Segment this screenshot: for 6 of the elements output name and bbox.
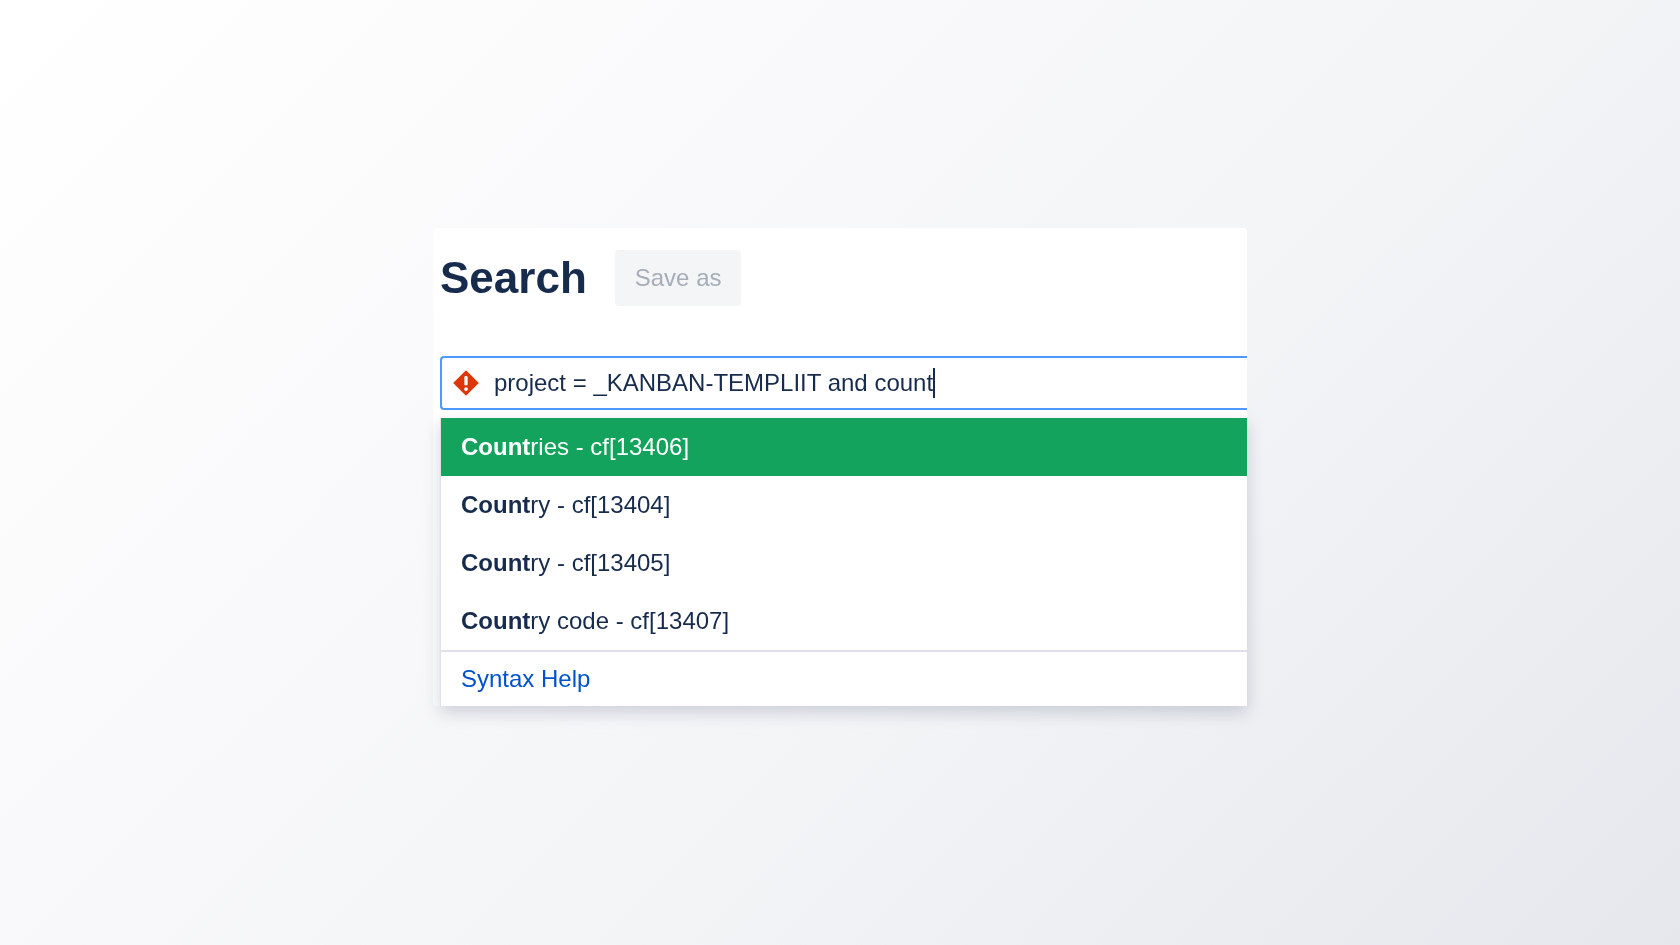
suggestion-item[interactable]: Country - cf[13405] bbox=[441, 534, 1247, 592]
page-title: Search bbox=[440, 253, 587, 303]
query-field[interactable]: project = _KANBAN-TEMPLIIT and count bbox=[440, 356, 1247, 410]
suggestion-item[interactable]: Country code - cf[13407] bbox=[441, 592, 1247, 650]
suggestion-item[interactable]: Country - cf[13404] bbox=[441, 476, 1247, 534]
syntax-help-link[interactable]: Syntax Help bbox=[461, 665, 591, 693]
